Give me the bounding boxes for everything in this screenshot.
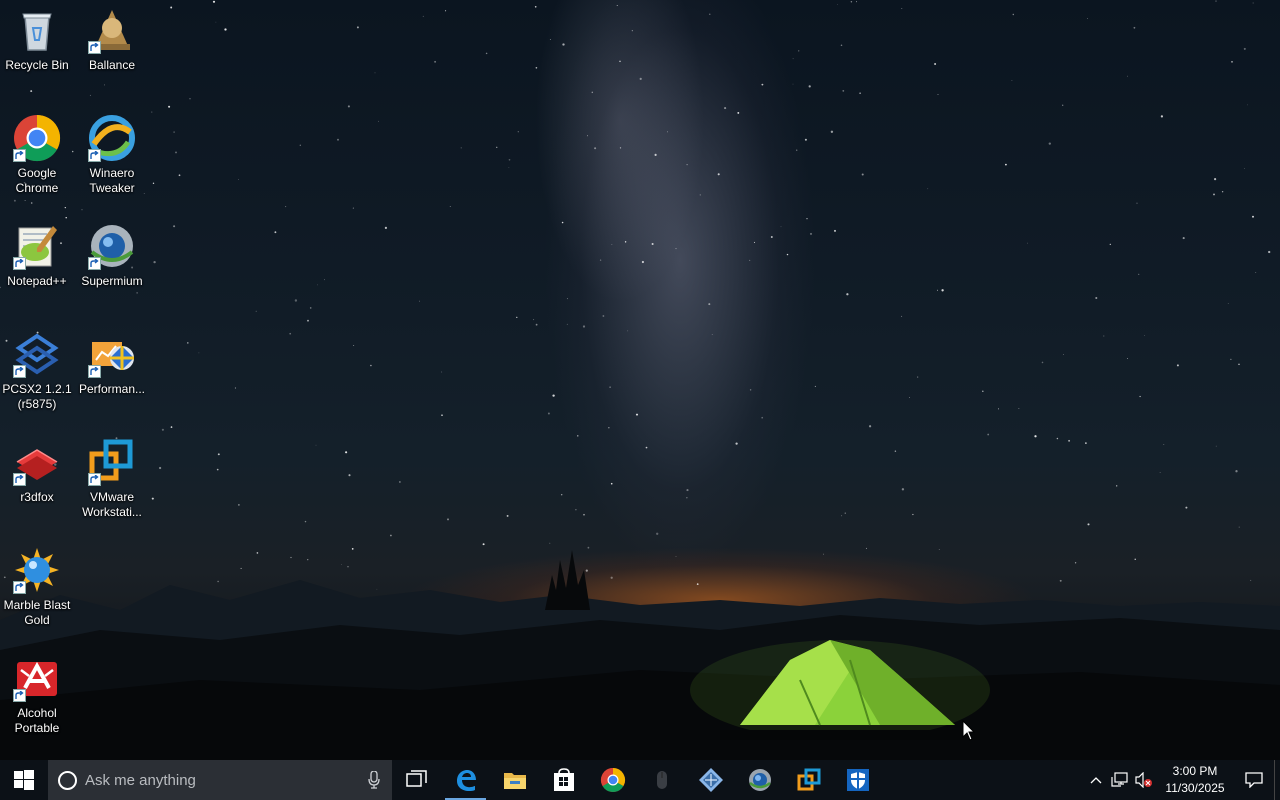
desktop-icon-recycle-bin[interactable]: Recycle Bin [0,6,74,73]
mouse-icon [656,771,667,789]
shortcut-arrow-icon [13,581,26,594]
desktop-icon-ballance[interactable]: Ballance [75,6,149,73]
network-diamond-icon [698,768,723,792]
mouse-cursor-icon [962,720,976,741]
taskbar-clock[interactable]: 3:00 PM 11/30/2025 [1160,763,1230,797]
shield-icon [846,769,869,791]
vmware-icon [797,768,820,791]
shortcut-arrow-icon [88,149,101,162]
taskbar-network-app[interactable] [686,760,735,800]
notification-icon [1245,772,1263,788]
desktop-icon-label: Recycle Bin [5,58,69,72]
desktop-icon-label: Marble Blast Gold [3,598,71,627]
chrome-icon [600,768,625,793]
desktop-wallpaper [0,0,1280,760]
starfield [0,0,1271,590]
desktop-icon-chrome[interactable]: Google Chrome [0,114,74,196]
volume-muted-icon [1135,772,1152,788]
desktop-icon-label: Google Chrome [15,166,59,195]
desktop-icon-label: r3dfox [20,490,54,504]
chevron-up-icon [1090,777,1102,784]
show-desktop-button[interactable] [1274,760,1280,800]
marble-blast-icon [13,546,61,594]
shortcut-arrow-icon [88,473,101,486]
network-icon [1111,772,1128,787]
taskbar-file-explorer[interactable] [490,760,539,800]
mountain-landscape [0,550,1280,760]
clock-time: 3:00 PM [1172,764,1218,778]
network-status-button[interactable] [1108,760,1132,800]
supermium-icon [748,769,771,791]
desktop-icon-supermium[interactable]: Supermium [75,222,149,289]
task-view-button[interactable] [392,760,441,800]
shortcut-arrow-icon [13,689,26,702]
desktop-icon-marble-blast[interactable]: Marble Blast Gold [0,546,74,628]
shortcut-arrow-icon [13,257,26,270]
search-placeholder: Ask me anything [85,771,196,789]
desktop-icon-label: Ballance [88,58,136,72]
alcohol-icon [13,654,61,702]
volume-button[interactable] [1132,760,1156,800]
store-icon [553,768,574,791]
shortcut-arrow-icon [88,257,101,270]
desktop-icon-label: Winaero Tweaker [89,166,135,195]
taskbar-mouse-app[interactable] [637,760,686,800]
desktop-icon-performance[interactable]: Performan... [75,330,149,397]
taskbar: Ask me anything 3:00 PM 11/30/2025 [0,760,1280,800]
edge-icon [456,770,476,791]
pcsx2-icon [13,330,61,378]
desktop-icon-r3dfox[interactable]: r3dfox [0,438,74,505]
taskbar-defender[interactable] [833,760,882,800]
desktop-icon-winaero-tweaker[interactable]: Winaero Tweaker [75,114,149,196]
desktop-icon-pcsx2[interactable]: PCSX2 1.2.1 (r5875) [0,330,74,412]
taskbar-chrome[interactable] [588,760,637,800]
desktop-icon-label: VMware Workstati... [82,490,142,519]
folder-icon [503,773,526,789]
desktop-icon-vmware[interactable]: VMware Workstati... [75,438,149,520]
desktop-icon-alcohol[interactable]: Alcohol Portable [0,654,74,736]
taskbar-supermium[interactable] [735,760,784,800]
show-hidden-icons-button[interactable] [1084,760,1108,800]
chrome-icon [13,114,61,162]
system-tray: 3:00 PM 11/30/2025 [1084,760,1280,800]
desktop-icon-label: Supermium [81,274,143,288]
cortana-icon [58,770,77,790]
performance-icon [88,330,136,378]
shortcut-arrow-icon [13,473,26,486]
taskbar-vmware[interactable] [784,760,833,800]
notepad-plus-plus-icon [13,222,61,270]
shortcut-arrow-icon [88,365,101,378]
recycle-bin-icon [13,6,61,54]
shortcut-arrow-icon [88,41,101,54]
shortcut-arrow-icon [13,149,26,162]
desktop-icon-label: Notepad++ [7,274,67,288]
r3dfox-icon [13,438,61,486]
desktop-icon-label: Alcohol Portable [14,706,60,735]
microphone-icon[interactable] [368,771,380,789]
task-view-icon [405,770,427,787]
winaero-tweaker-icon [88,114,136,162]
vmware-icon [88,438,136,486]
taskbar-store[interactable] [539,760,588,800]
supermium-icon [88,222,136,270]
taskbar-edge[interactable] [441,760,490,800]
clock-date: 11/30/2025 [1165,781,1225,795]
shortcut-arrow-icon [13,365,26,378]
cortana-search-box[interactable]: Ask me anything [48,760,392,800]
windows-logo-icon [14,770,34,790]
action-center-button[interactable] [1234,760,1274,800]
start-button[interactable] [0,760,48,800]
ballance-icon [88,6,136,54]
desktop-icon-label: Performan... [78,382,146,396]
desktop-icon-label: PCSX2 1.2.1 (r5875) [2,382,72,411]
desktop-icon-notepad-plus-plus[interactable]: Notepad++ [0,222,74,289]
